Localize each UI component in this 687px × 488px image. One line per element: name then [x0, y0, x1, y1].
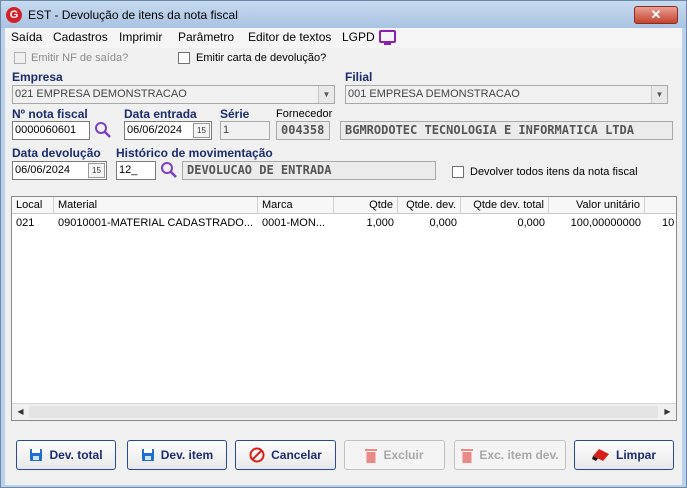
exc-item-dev-button[interactable]: Exc. item dev.: [454, 440, 566, 470]
search-icon[interactable]: [94, 121, 112, 139]
emitir-nf-checkbox[interactable]: [14, 52, 26, 64]
dev-item-button[interactable]: Dev. item: [127, 440, 227, 470]
calendar-icon[interactable]: 15: [88, 163, 105, 178]
trash-icon: [365, 448, 378, 463]
menu-lgpd[interactable]: LGPD: [342, 30, 375, 44]
col-local[interactable]: Local: [12, 197, 54, 214]
cell-marca: 0001-MON...: [262, 217, 325, 229]
eraser-icon: [591, 449, 609, 461]
cell-local: 021: [16, 217, 35, 229]
col-qtde[interactable]: Qtde: [334, 197, 398, 214]
exc-item-dev-label: Exc. item dev.: [479, 448, 559, 462]
cancelar-label: Cancelar: [271, 448, 322, 462]
nota-label: Nº nota fiscal: [12, 107, 88, 121]
cancel-icon: [249, 447, 265, 463]
cell-material: 09010001-MATERIAL CADASTRADO...: [58, 217, 254, 229]
devolver-todos-checkbox[interactable]: [452, 166, 464, 178]
col-qtde-dev[interactable]: Qtde. dev.: [398, 197, 461, 214]
data-devolucao-input[interactable]: 06/06/2024 15: [12, 161, 107, 180]
menu-imprimir[interactable]: Imprimir: [119, 30, 162, 44]
window-title: EST - Devolução de itens da nota fiscal: [28, 8, 238, 22]
client-area: Saída Cadastros Imprimir Parâmetro Edito…: [5, 28, 682, 485]
empresa-label: Empresa: [12, 70, 63, 84]
dev-total-label: Dev. total: [49, 448, 103, 462]
scroll-thumb[interactable]: [29, 406, 658, 418]
emitir-carta-checkbox[interactable]: [178, 52, 190, 64]
nota-input[interactable]: 0000060601: [12, 121, 90, 140]
historico-code-input[interactable]: 12_: [116, 161, 156, 180]
data-entrada-value: 06/06/2024: [127, 124, 183, 136]
app-logo-icon: G: [6, 7, 22, 23]
dev-total-button[interactable]: Dev. total: [16, 440, 116, 470]
menu-parametro[interactable]: Parâmetro: [178, 30, 234, 44]
col-qtde-dev-total[interactable]: Qtde dev. total: [461, 197, 549, 214]
save-icon: [141, 449, 154, 461]
filial-label: Filial: [345, 70, 373, 84]
cell-qtde-dev: 0,000: [429, 217, 457, 229]
filial-select[interactable]: 001 EMPRESA DEMONSTRACAO ▼: [345, 85, 668, 104]
data-devolucao-value: 06/06/2024: [15, 164, 71, 176]
excluir-button[interactable]: Excluir: [344, 440, 445, 470]
items-table[interactable]: Local Material Marca Qtde Qtde. dev. Qtd…: [11, 196, 677, 421]
data-entrada-label: Data entrada: [124, 107, 197, 121]
empresa-value: 021 EMPRESA DEMONSTRACAO: [15, 88, 187, 100]
scroll-left-icon[interactable]: ◀: [12, 404, 29, 420]
search-icon[interactable]: [160, 161, 178, 179]
cell-valor-unitario: 100,00000000: [570, 217, 641, 229]
menu-saida[interactable]: Saída: [11, 30, 42, 44]
table-header: Local Material Marca Qtde Qtde. dev. Qtd…: [12, 197, 676, 214]
fornecedor-label: Fornecedor: [276, 108, 333, 120]
data-devolucao-label: Data devolução: [12, 146, 101, 160]
emitir-carta-label: Emitir carta de devolução?: [196, 52, 327, 64]
devolver-todos-label: Devolver todos itens da nota fiscal: [470, 166, 638, 178]
monitor-icon[interactable]: [379, 30, 396, 45]
serie-input[interactable]: 1: [220, 121, 270, 140]
emitir-nf-label: Emitir NF de saída?: [31, 52, 129, 64]
save-icon: [30, 449, 43, 461]
fornecedor-name: BGMRODOTEC TECNOLOGIA E INFORMATICA LTDA: [340, 121, 673, 140]
cancelar-button[interactable]: Cancelar: [235, 440, 336, 470]
scroll-right-icon[interactable]: ▶: [659, 404, 676, 420]
limpar-label: Limpar: [615, 448, 656, 462]
limpar-button[interactable]: Limpar: [574, 440, 674, 470]
main-window: G EST - Devolução de itens da nota fisca…: [0, 0, 687, 488]
historico-text: DEVOLUCAO DE ENTRADA: [182, 161, 436, 180]
title-bar: G EST - Devolução de itens da nota fisca…: [1, 1, 686, 28]
col-valor-unitario[interactable]: Valor unitário: [549, 197, 645, 214]
close-button[interactable]: ✕: [634, 6, 678, 24]
filial-value: 001 EMPRESA DEMONSTRACAO: [348, 88, 520, 100]
horizontal-scrollbar[interactable]: ◀ ▶: [12, 403, 676, 420]
chevron-down-icon[interactable]: ▼: [318, 86, 334, 103]
fornecedor-code: 004358: [276, 121, 330, 140]
serie-label: Série: [220, 107, 250, 121]
col-extra[interactable]: [645, 197, 676, 214]
historico-label: Histórico de movimentação: [116, 146, 273, 160]
menu-bar: Saída Cadastros Imprimir Parâmetro Edito…: [5, 28, 682, 48]
col-material[interactable]: Material: [54, 197, 258, 214]
empresa-select[interactable]: 021 EMPRESA DEMONSTRACAO ▼: [12, 85, 335, 104]
chevron-down-icon[interactable]: ▼: [651, 86, 667, 103]
dev-item-label: Dev. item: [160, 448, 214, 462]
trash-icon: [461, 448, 474, 463]
excluir-label: Excluir: [383, 448, 424, 462]
menu-editor-textos[interactable]: Editor de textos: [248, 30, 331, 44]
cell-qtde-dev-total: 0,000: [517, 217, 545, 229]
cell-extra: 10: [662, 217, 675, 229]
data-entrada-input[interactable]: 06/06/2024 15: [124, 121, 212, 140]
menu-cadastros[interactable]: Cadastros: [53, 30, 108, 44]
calendar-icon[interactable]: 15: [193, 123, 210, 138]
cell-qtde: 1,000: [366, 217, 394, 229]
col-marca[interactable]: Marca: [258, 197, 334, 214]
